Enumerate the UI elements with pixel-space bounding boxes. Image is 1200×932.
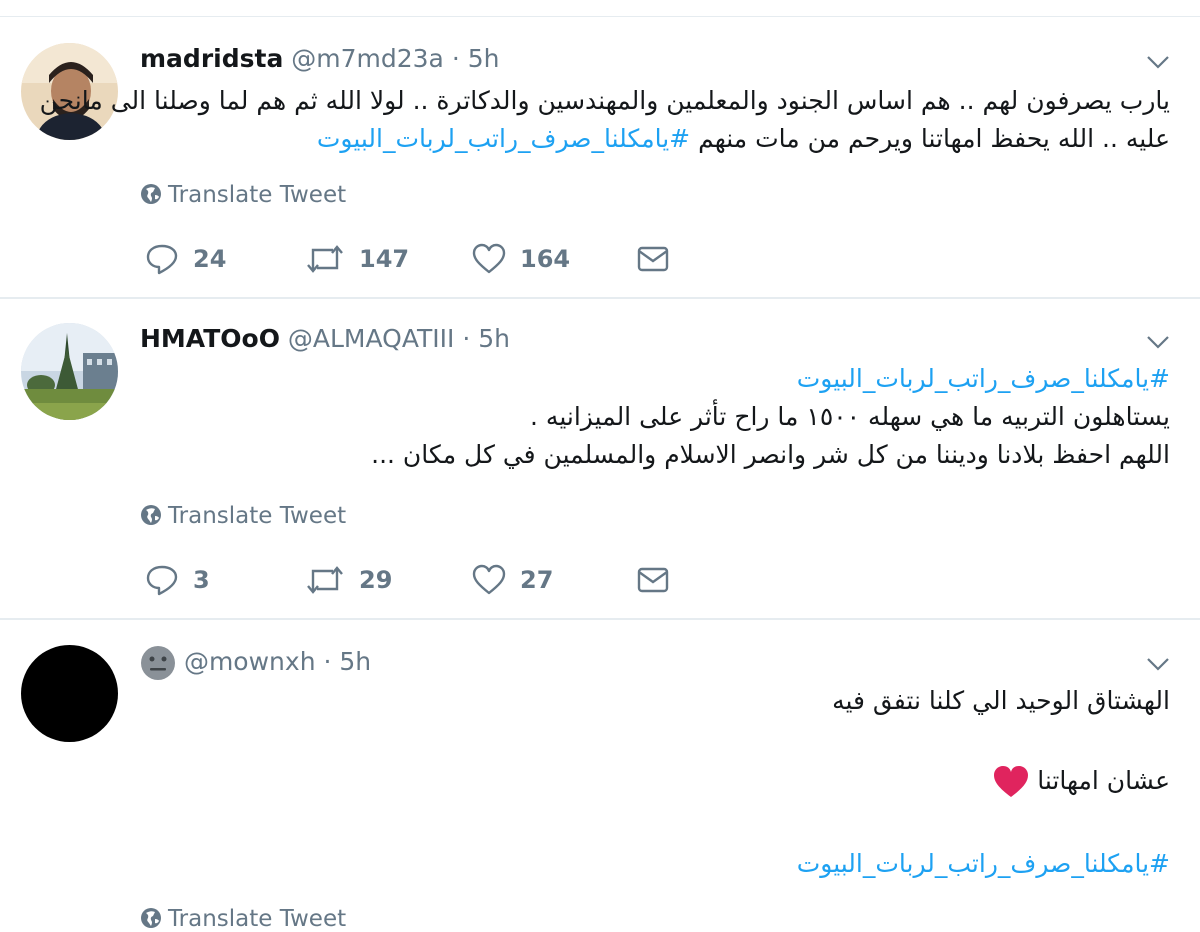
tweet-text-line: الهشتاق الوحيد الي كلنا نتفق فيه bbox=[832, 686, 1170, 715]
tweet-header: madridsta @m7md23a · 5h bbox=[140, 44, 500, 73]
hashtag-link[interactable]: #يامكلنا_صرف_راتب_لربات_البيوت bbox=[317, 124, 690, 153]
tweet-header: HMATOoO @ALMAQATIII · 5h bbox=[140, 324, 510, 353]
hashtag-link[interactable]: #يامكلنا_صرف_راتب_لربات_البيوت bbox=[371, 360, 1170, 398]
tweet-text-line: عشان امهاتنا bbox=[993, 762, 1170, 800]
globe-icon bbox=[141, 184, 161, 204]
translate-tweet-link[interactable]: Translate Tweet bbox=[140, 182, 346, 208]
reply-icon bbox=[146, 244, 178, 275]
tweet-text-line: عليه .. الله يحفظ امهاتنا ويرحم من مات م… bbox=[40, 120, 1170, 158]
like-button[interactable]: 164 bbox=[472, 242, 570, 276]
avatar[interactable] bbox=[21, 323, 118, 420]
user-handle[interactable]: @mownxh bbox=[184, 647, 316, 676]
tweet-text-part: عليه .. الله يحفظ امهاتنا ويرحم من مات م… bbox=[698, 124, 1170, 153]
tweet-text-line: يستاهلون التربيه ما هي سهله ١٥٠٠ ما راح … bbox=[530, 402, 1170, 431]
display-name[interactable]: HMATOoO bbox=[140, 324, 280, 353]
direct-message-button[interactable] bbox=[636, 563, 670, 597]
tweet-divider bbox=[0, 618, 1200, 620]
like-count: 164 bbox=[520, 245, 571, 273]
timeline-top-divider bbox=[0, 16, 1200, 17]
direct-message-icon bbox=[637, 567, 669, 593]
chevron-down-icon[interactable] bbox=[1146, 54, 1170, 70]
reply-count: 24 bbox=[193, 245, 227, 273]
timestamp[interactable]: 5h bbox=[478, 324, 510, 353]
reply-icon bbox=[146, 565, 178, 596]
avatar[interactable] bbox=[21, 645, 118, 742]
tweet-text: #يامكلنا_صرف_راتب_لربات_البيوت يستاهلون … bbox=[371, 360, 1170, 474]
translate-label: Translate Tweet bbox=[168, 182, 347, 208]
reply-button[interactable]: 24 bbox=[145, 242, 226, 276]
retweet-icon bbox=[307, 245, 343, 273]
heart-emoji-icon bbox=[994, 766, 1029, 797]
tweet-header: @mownxh · 5h bbox=[140, 645, 371, 681]
hashtag-link[interactable]: #يامكلنا_صرف_راتب_لربات_البيوت bbox=[797, 845, 1170, 883]
retweet-button[interactable]: 147 bbox=[305, 242, 409, 276]
like-icon bbox=[472, 564, 506, 595]
user-emoji-icon bbox=[141, 646, 175, 680]
globe-icon bbox=[141, 908, 161, 928]
tweet-text-line: اللهم احفظ بلادنا وديننا من كل شر وانصر … bbox=[371, 440, 1170, 469]
retweet-button[interactable]: 29 bbox=[305, 563, 392, 597]
globe-icon bbox=[141, 505, 161, 525]
timestamp[interactable]: 5h bbox=[339, 647, 371, 676]
reply-button[interactable]: 3 bbox=[145, 563, 210, 597]
like-icon bbox=[472, 243, 506, 274]
chevron-down-icon[interactable] bbox=[1146, 334, 1170, 350]
translate-label: Translate Tweet bbox=[168, 503, 347, 529]
retweet-count: 29 bbox=[359, 566, 393, 594]
direct-message-icon bbox=[637, 246, 669, 272]
translate-label: Translate Tweet bbox=[168, 906, 347, 932]
tweet-text: يارب يصرفون لهم .. هم اساس الجنود والمعل… bbox=[40, 82, 1170, 158]
translate-tweet-link[interactable]: Translate Tweet bbox=[140, 906, 346, 932]
translate-tweet-link[interactable]: Translate Tweet bbox=[140, 503, 346, 529]
user-handle[interactable]: @ALMAQATIII bbox=[288, 324, 455, 353]
chevron-down-icon[interactable] bbox=[1146, 656, 1170, 672]
timestamp[interactable]: 5h bbox=[468, 44, 500, 73]
retweet-icon bbox=[307, 566, 343, 594]
like-button[interactable]: 27 bbox=[472, 563, 553, 597]
separator: · bbox=[462, 324, 471, 353]
direct-message-button[interactable] bbox=[636, 242, 670, 276]
tweet-text-part: عشان امهاتنا bbox=[1037, 766, 1170, 795]
like-count: 27 bbox=[520, 566, 554, 594]
tweet-divider bbox=[0, 297, 1200, 299]
reply-count: 3 bbox=[193, 566, 210, 594]
separator: · bbox=[323, 647, 332, 676]
retweet-count: 147 bbox=[359, 245, 410, 273]
tweet-text-line: يارب يصرفون لهم .. هم اساس الجنود والمعل… bbox=[39, 86, 1170, 115]
display-name[interactable]: madridsta bbox=[140, 44, 283, 73]
separator: · bbox=[451, 44, 460, 73]
user-handle[interactable]: @m7md23a bbox=[291, 44, 444, 73]
